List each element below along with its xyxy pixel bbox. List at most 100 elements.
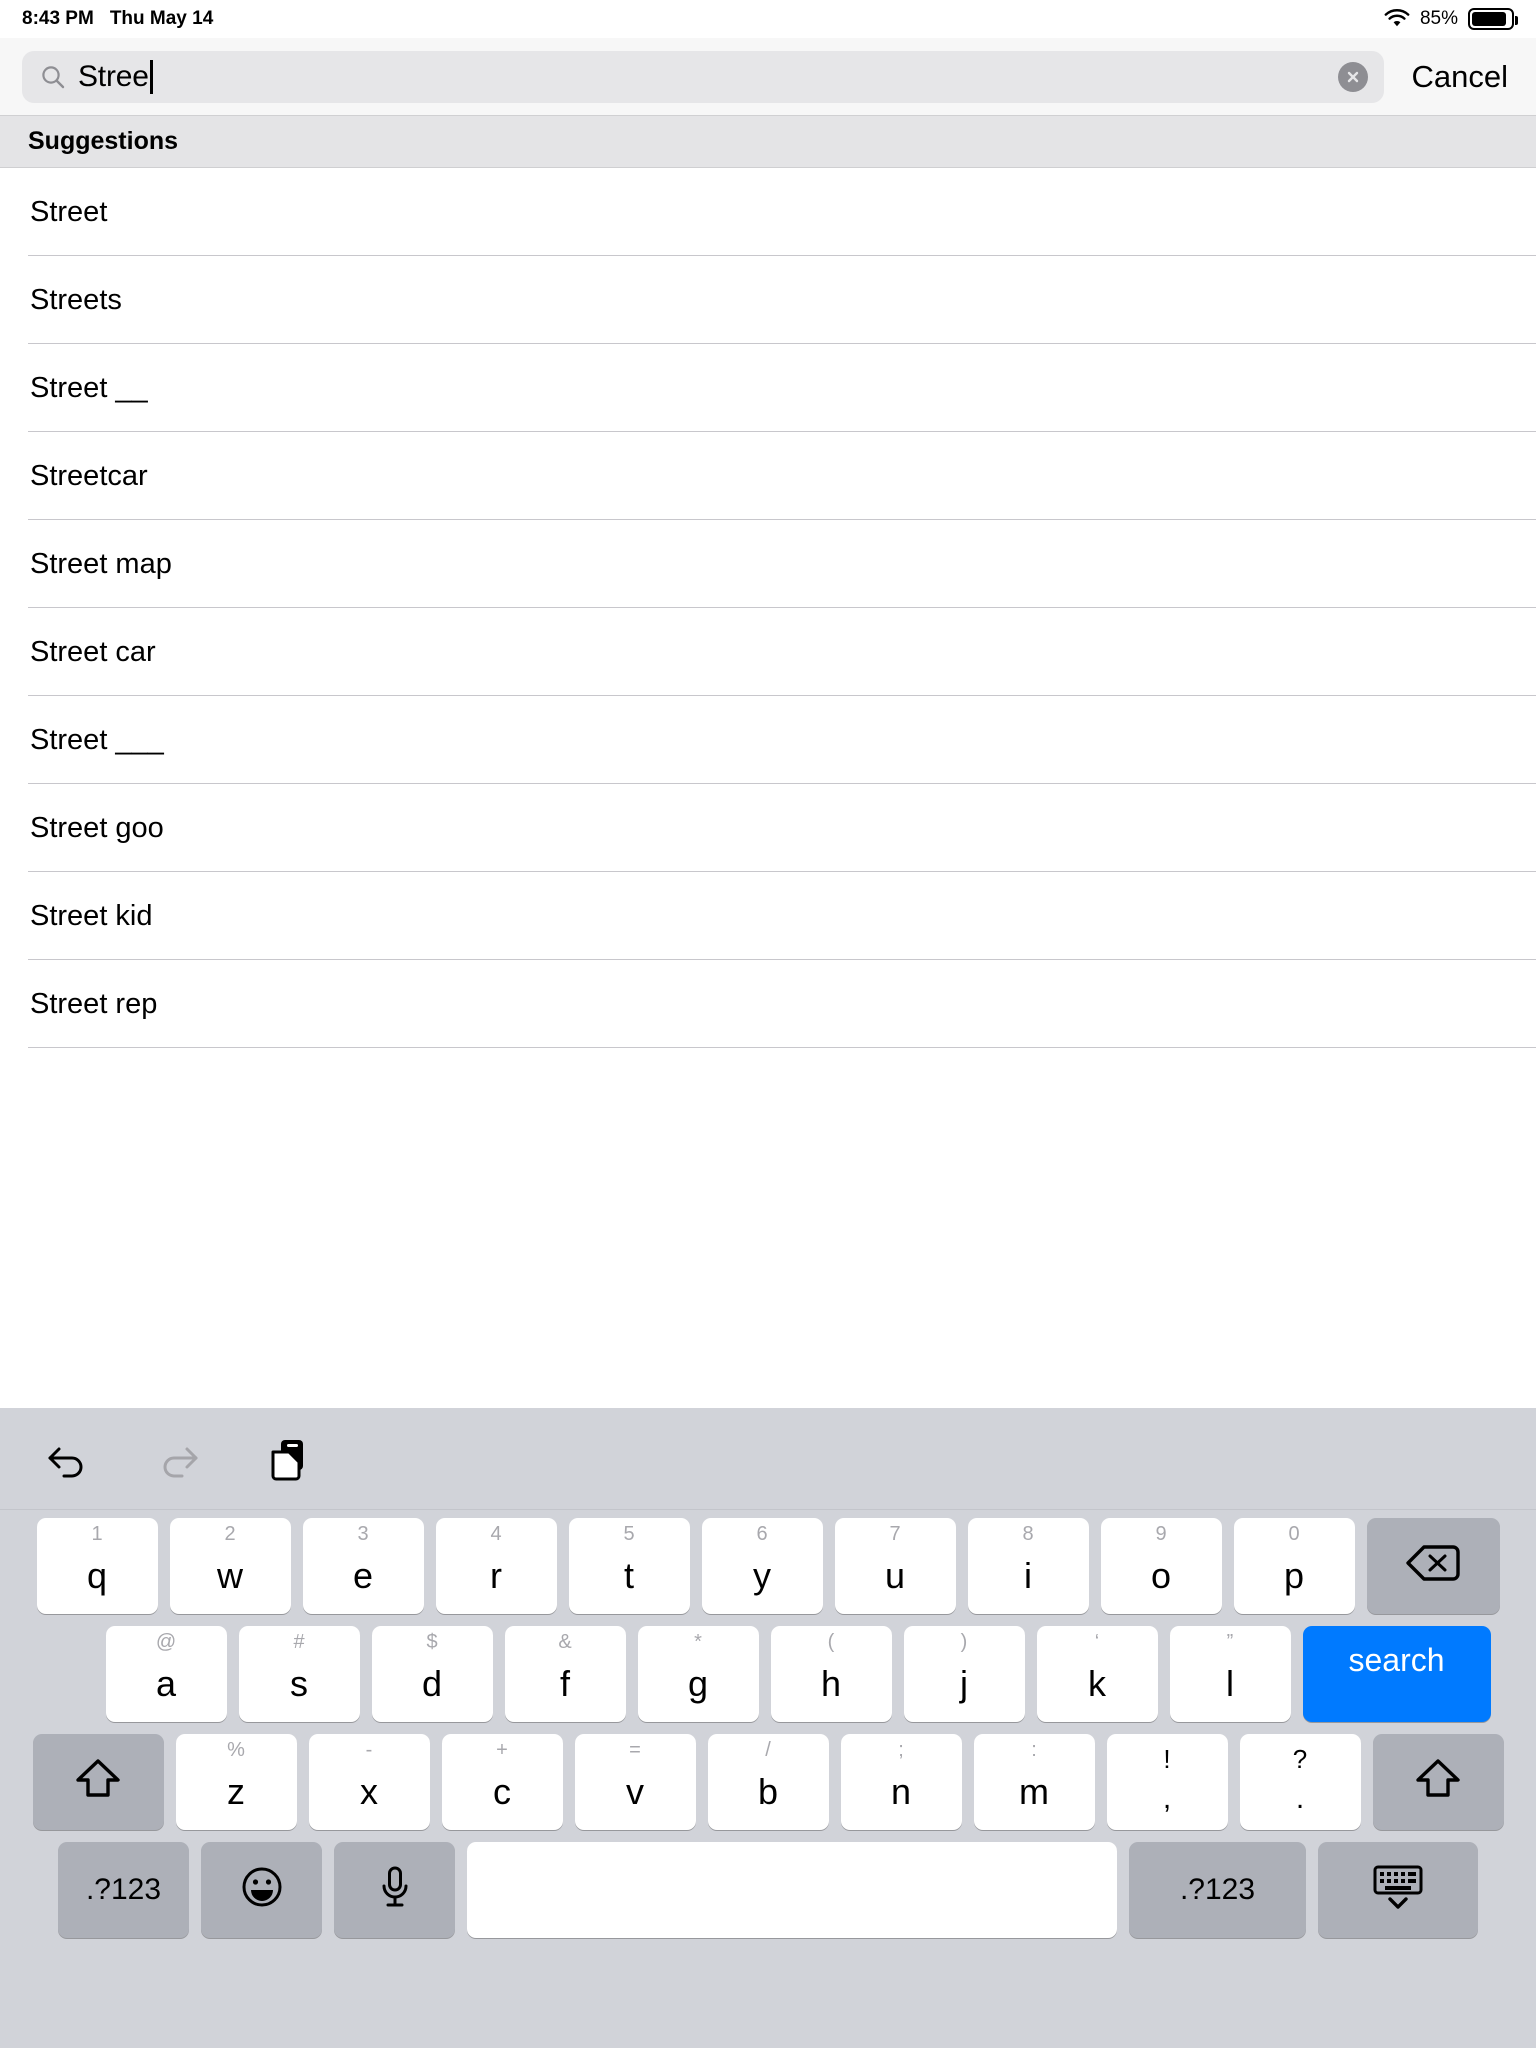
dismiss-keyboard-key[interactable] (1318, 1842, 1478, 1938)
key-main-label: p (1283, 1555, 1305, 1596)
key-sub-label: ? (1292, 1744, 1308, 1774)
key-i[interactable]: 8i (967, 1518, 1089, 1614)
key-main-label: x (360, 1771, 378, 1812)
search-input[interactable]: Stree (22, 50, 1384, 103)
key-period[interactable]: ?. (1239, 1734, 1361, 1830)
key-main-label: c (493, 1771, 511, 1812)
shift-key-left[interactable] (32, 1734, 164, 1830)
key-h[interactable]: (h (770, 1626, 892, 1722)
suggestion-label: Street kid (30, 899, 153, 932)
key-main-label: i (1024, 1555, 1032, 1596)
key-sub-label: 0 (1288, 1523, 1300, 1545)
cancel-button[interactable]: Cancel (1402, 59, 1517, 95)
shift-key-right[interactable] (1372, 1734, 1504, 1830)
key-main-label: l (1226, 1663, 1234, 1704)
list-item[interactable]: Streetcar (0, 432, 1536, 520)
list-item[interactable]: Street kid (0, 872, 1536, 960)
microphone-icon (375, 1864, 415, 1916)
key-main-label: g (687, 1663, 709, 1704)
key-sub-label: 5 (623, 1523, 635, 1545)
key-u[interactable]: 7u (834, 1518, 956, 1614)
key-sub-label: + (496, 1739, 508, 1761)
list-item[interactable]: Streets (0, 256, 1536, 344)
key-sub-label: # (293, 1631, 305, 1653)
list-item[interactable]: Street (0, 168, 1536, 256)
key-r[interactable]: 4r (435, 1518, 557, 1614)
key-sub-label: ; (898, 1739, 904, 1761)
key-j[interactable]: ) j (903, 1626, 1025, 1722)
key-comma[interactable]: !, (1106, 1734, 1228, 1830)
list-item[interactable]: Street ___ (0, 696, 1536, 784)
paste-icon[interactable] (264, 1435, 312, 1483)
key-x[interactable]: -x (308, 1734, 430, 1830)
key-e[interactable]: 3e (302, 1518, 424, 1614)
keyboard-row-3: % z -x + c = v / b ; n :m !, ?. (6, 1734, 1530, 1830)
key-y[interactable]: 6y (701, 1518, 823, 1614)
backspace-key[interactable] (1366, 1518, 1500, 1614)
numeric-key-left[interactable]: .?123 (58, 1842, 189, 1938)
status-bar: 8:43 PM Thu May 14 85% (0, 0, 1536, 38)
list-item[interactable]: Street goo (0, 784, 1536, 872)
key-z[interactable]: % z (175, 1734, 297, 1830)
undo-icon[interactable] (44, 1435, 92, 1483)
key-main-label: u (884, 1555, 906, 1596)
key-main-label: k (1088, 1663, 1106, 1704)
key-sub-label: ( (827, 1631, 835, 1653)
key-sub-label: 4 (490, 1523, 502, 1545)
key-main-label: y (753, 1555, 771, 1596)
redo-icon (154, 1435, 202, 1483)
key-l[interactable]: ” l (1169, 1626, 1291, 1722)
key-main-label: f (559, 1663, 570, 1704)
clear-icon[interactable] (1337, 61, 1368, 92)
battery-icon (1468, 8, 1518, 30)
key-main-label: q (86, 1555, 108, 1596)
key-main-label: a (155, 1663, 177, 1704)
key-main-label: s (290, 1663, 308, 1704)
list-item[interactable]: Street map (0, 520, 1536, 608)
key-c[interactable]: + c (441, 1734, 563, 1830)
suggestion-label: Street car (30, 635, 156, 668)
key-sub-label: ‘ (1094, 1631, 1100, 1653)
keyboard-row-4: .?123 .?123 (6, 1842, 1530, 1938)
space-key[interactable] (467, 1842, 1117, 1938)
key-o[interactable]: 9o (1100, 1518, 1222, 1614)
key-sub-label: 2 (224, 1523, 236, 1545)
key-s[interactable]: # s (238, 1626, 360, 1722)
key-sub-label: : (1031, 1739, 1037, 1761)
list-item[interactable]: Street car (0, 608, 1536, 696)
key-main-label: . (1295, 1782, 1305, 1815)
key-f[interactable]: & f (504, 1626, 626, 1722)
suggestions-list: Street Streets Street __ Streetcar Stree… (0, 168, 1536, 1048)
key-main-label: n (890, 1771, 912, 1812)
key-g[interactable]: * g (637, 1626, 759, 1722)
key-k[interactable]: ‘k (1036, 1626, 1158, 1722)
shift-icon (1415, 1757, 1461, 1807)
key-t[interactable]: 5t (568, 1518, 690, 1614)
key-b[interactable]: / b (707, 1734, 829, 1830)
key-v[interactable]: = v (574, 1734, 696, 1830)
search-bar: Stree Cancel (0, 38, 1536, 116)
key-n[interactable]: ; n (840, 1734, 962, 1830)
status-bar-right: 85% (1384, 8, 1518, 30)
row-spacer (46, 1626, 94, 1722)
key-m[interactable]: :m (973, 1734, 1095, 1830)
emoji-key[interactable] (201, 1842, 322, 1938)
text-cursor (149, 59, 153, 94)
key-p[interactable]: 0p (1233, 1518, 1355, 1614)
key-sub-label: 6 (756, 1523, 768, 1545)
key-sub-label: 7 (889, 1523, 901, 1545)
list-item[interactable]: Street rep (0, 960, 1536, 1048)
key-sub-label: = (629, 1739, 641, 1761)
key-q[interactable]: 1q (36, 1518, 158, 1614)
dictation-key[interactable] (334, 1842, 455, 1938)
key-a[interactable]: @ a (105, 1626, 227, 1722)
key-w[interactable]: 2w (169, 1518, 291, 1614)
list-item[interactable]: Street __ (0, 344, 1536, 432)
key-main-label: v (626, 1771, 644, 1812)
key-main-label: j (960, 1663, 968, 1704)
backspace-icon (1405, 1543, 1461, 1589)
suggestion-label: Street goo (30, 811, 164, 844)
numeric-key-right[interactable]: .?123 (1129, 1842, 1306, 1938)
search-key[interactable]: search (1302, 1626, 1491, 1722)
key-d[interactable]: $ d (371, 1626, 493, 1722)
